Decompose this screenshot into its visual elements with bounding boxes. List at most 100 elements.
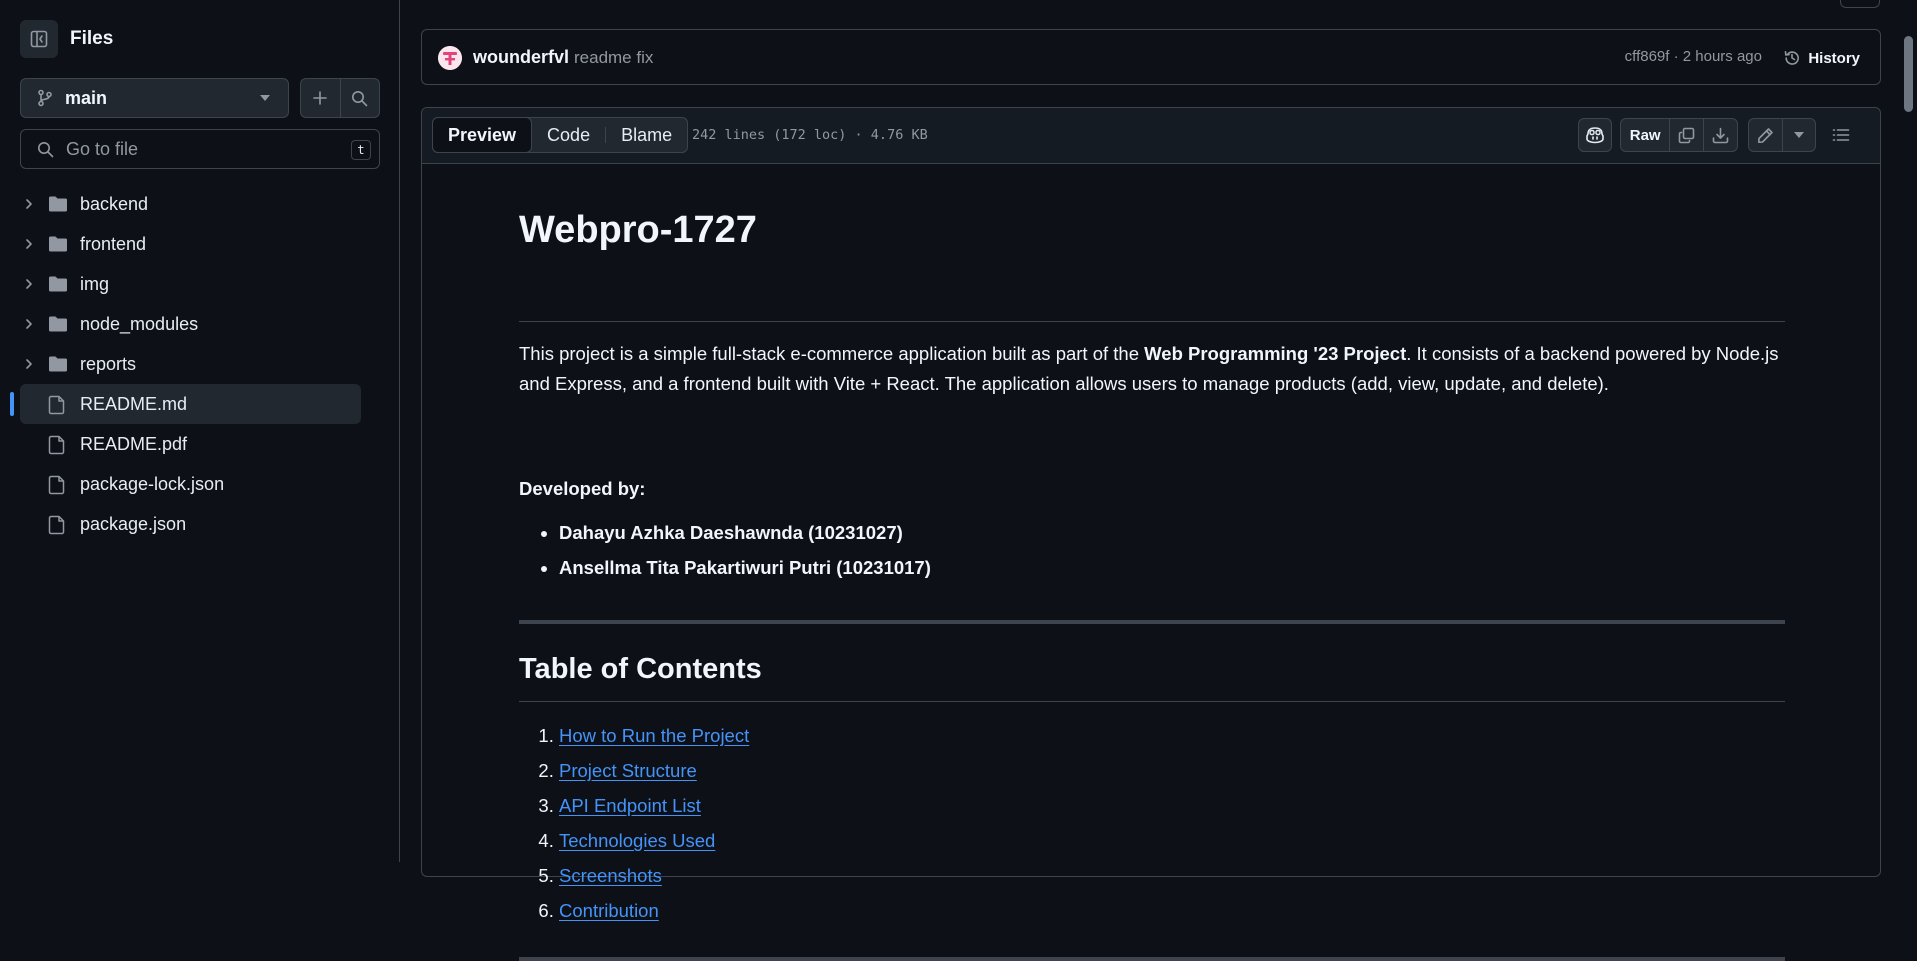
toc-link[interactable]: Project Structure <box>559 760 697 781</box>
file-icon <box>48 475 65 495</box>
folder-icon <box>49 236 67 252</box>
branch-name: main <box>65 87 108 108</box>
tree-item-label: README.pdf <box>80 434 188 454</box>
readme-title: Webpro-1727 <box>519 209 757 251</box>
add-file-button[interactable] <box>301 79 341 117</box>
commit-message[interactable]: readme fix <box>574 48 653 68</box>
toc-heading-divider <box>519 701 1785 702</box>
developed-by-label: Developed by: <box>519 478 646 499</box>
scrollbar-thumb[interactable] <box>1904 36 1913 112</box>
tab-preview[interactable]: Preview <box>432 117 533 153</box>
toc-item: Project Structure <box>559 753 749 788</box>
tree-folder[interactable]: backend <box>0 184 400 224</box>
chevron-right-icon[interactable] <box>24 318 34 330</box>
tree-item-label: package-lock.json <box>80 474 225 494</box>
raw-actions-group: Raw <box>1620 118 1738 152</box>
toc-link[interactable]: How to Run the Project <box>559 725 749 746</box>
copy-raw-button[interactable] <box>1670 119 1705 151</box>
go-to-file-field[interactable]: t <box>20 129 380 169</box>
intro-text: This project is a simple full-stack e-co… <box>519 343 1145 364</box>
developer-item: Ansellma Tita Pakartiwuri Putri (1023101… <box>559 550 931 585</box>
table-of-contents: How to Run the Project Project Structure A… <box>519 718 749 928</box>
tree-item-label: frontend <box>80 234 147 254</box>
chevron-right-icon[interactable] <box>24 358 34 370</box>
avatar[interactable] <box>438 46 462 70</box>
history-label: History <box>1808 49 1860 67</box>
tree-item-label: img <box>80 274 110 294</box>
toc-link[interactable]: API Endpoint List <box>559 795 701 816</box>
toc-link[interactable]: Screenshots <box>559 865 662 886</box>
caret-down-icon <box>260 95 270 101</box>
tree-item-label: reports <box>80 354 137 374</box>
tree-folder[interactable]: node_modules <box>0 304 400 344</box>
tab-code[interactable]: Code <box>532 118 605 152</box>
chevron-right-icon[interactable] <box>24 238 34 250</box>
commit-hash-and-time[interactable]: cff869f · 2 hours ago <box>1625 48 1762 65</box>
toc-item: API Endpoint List <box>559 788 749 823</box>
file-header: Preview Code Blame 242 lines (172 loc) ·… <box>422 108 1880 164</box>
tree-folder[interactable]: img <box>0 264 400 304</box>
tree-folder[interactable]: frontend <box>0 224 400 264</box>
search-icon <box>38 141 54 157</box>
search-icon <box>352 90 368 106</box>
pencil-icon <box>1757 127 1773 143</box>
toc-item: Contribution <box>559 893 749 928</box>
outline-button[interactable] <box>1824 118 1858 152</box>
git-branch-icon <box>38 89 52 107</box>
intro-paragraph: This project is a simple full-stack e-co… <box>519 339 1794 399</box>
edit-file-button[interactable] <box>1749 119 1783 151</box>
latest-commit-bar: wounderfvl readme fix cff869f · 2 hours … <box>421 29 1881 85</box>
title-divider <box>519 321 1785 322</box>
copilot-icon <box>1586 127 1604 144</box>
raw-button[interactable]: Raw <box>1621 119 1671 151</box>
chevron-right-icon[interactable] <box>24 198 34 210</box>
file-icon <box>48 435 65 455</box>
folder-icon <box>49 196 67 212</box>
copy-icon <box>1678 127 1695 143</box>
commit-author[interactable]: wounderfvl <box>473 47 569 68</box>
folder-icon <box>49 316 67 332</box>
developer-list: Dahayu Azhka Daeshawnda (10231027)Ansell… <box>519 515 931 585</box>
collapse-sidebar-button[interactable] <box>20 20 58 58</box>
search-files-button[interactable] <box>341 79 380 117</box>
sidebar-collapse-icon <box>30 30 48 48</box>
section-divider <box>519 620 1785 624</box>
download-button[interactable] <box>1704 119 1737 151</box>
tree-item-label: backend <box>80 194 149 214</box>
tree-item-label: node_modules <box>80 314 199 334</box>
folder-icon <box>49 356 67 372</box>
file-tree: backend frontend img node_modulesreports REA… <box>0 184 400 544</box>
view-mode-tabs: Preview Code Blame <box>432 117 689 153</box>
tree-item-label: package.json <box>80 514 187 534</box>
page-scrollbar[interactable] <box>1900 0 1917 862</box>
toolbar-edge <box>1840 0 1880 8</box>
tree-file[interactable]: package.json <box>0 504 400 544</box>
toc-link[interactable]: Contribution <box>559 900 659 921</box>
keyboard-shortcut-hint: t <box>351 140 371 160</box>
file-viewer: Preview Code Blame 242 lines (172 loc) ·… <box>421 107 1881 961</box>
download-icon <box>1712 127 1729 143</box>
tree-file[interactable]: package-lock.json <box>0 464 400 504</box>
edit-options-dropdown[interactable] <box>1783 119 1816 151</box>
copilot-button[interactable] <box>1578 118 1612 152</box>
user-avatar-icon <box>438 46 462 70</box>
plus-icon <box>313 91 328 105</box>
tree-file[interactable]: README.md <box>0 384 400 424</box>
file-stats: 242 lines (172 loc) · 4.76 KB <box>692 127 928 143</box>
intro-bold-text: Web Programming '23 Project <box>1144 343 1407 364</box>
history-icon <box>1785 50 1800 65</box>
file-tree-sidebar: Files main t backe <box>0 0 400 862</box>
history-button[interactable]: History <box>1783 42 1860 74</box>
edit-actions-group <box>1748 118 1816 152</box>
tab-blame[interactable]: Blame <box>606 118 687 152</box>
toc-link[interactable]: Technologies Used <box>559 830 715 851</box>
toc-item: How to Run the Project <box>559 718 749 753</box>
tree-folder[interactable]: reports <box>0 344 400 384</box>
file-icon <box>48 395 65 415</box>
branch-selector-button[interactable]: main <box>20 78 289 118</box>
go-to-file-input[interactable] <box>64 137 328 161</box>
tree-file[interactable]: README.pdf <box>0 424 400 464</box>
chevron-right-icon[interactable] <box>24 278 34 290</box>
section-divider <box>519 957 1785 961</box>
tree-actions-group <box>300 78 380 118</box>
